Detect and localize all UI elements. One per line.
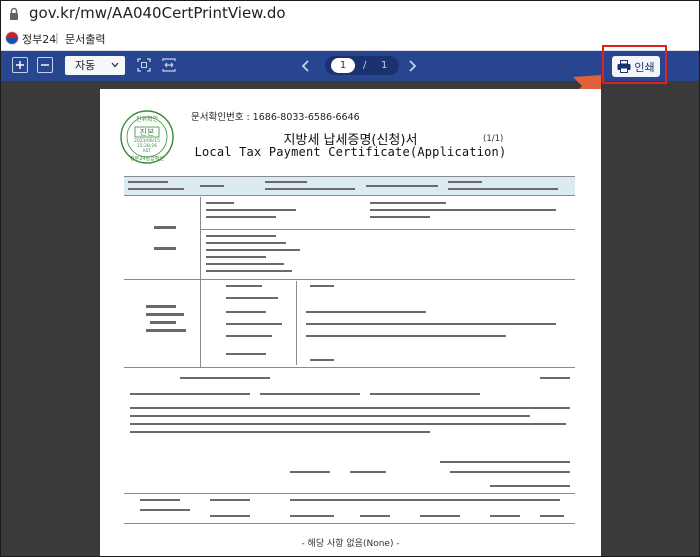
lock-icon [10,7,18,20]
none-notice: - 해당 사항 없음(None) - [301,539,400,549]
next-page-icon[interactable] [407,59,417,73]
chevron-down-icon [111,62,119,68]
fit-page-button[interactable] [136,57,152,73]
zoom-out-button[interactable] [37,57,53,73]
page-title-bar: 정부24 | 문서출력 [1,27,699,51]
document-title-en: Local Tax Payment Certificate(Applicatio… [194,145,507,159]
site-name: 정부24 [22,33,57,46]
fit-width-icon [162,58,176,72]
fit-page-icon [137,58,151,72]
page-indicator: 1 / 1 [325,56,399,75]
stamp-top-text: 진위확인 [136,115,158,123]
fit-width-button[interactable] [161,57,177,73]
title-separator: | [55,31,59,44]
confirm-number: 문서확인번호 : 1686-8033-6586-6646 [191,112,360,123]
page-separator: / [363,60,367,71]
page-name: 문서출력 [65,33,106,46]
minus-icon [41,64,49,66]
zoom-select[interactable]: 자동 [65,56,125,75]
browser-window: gov.kr/mw/AA040CertPrintView.do 정부24 | 문… [0,0,700,557]
prev-page-icon[interactable] [301,59,311,73]
gov-logo-icon [5,31,19,45]
total-pages: 1 [381,60,388,71]
current-page-input[interactable]: 1 [331,58,355,73]
zoom-in-button[interactable] [12,57,28,73]
address-bar[interactable]: gov.kr/mw/AA040CertPrintView.do [1,1,699,27]
url-text[interactable]: gov.kr/mw/AA040CertPrintView.do [29,4,286,22]
plus-icon [16,61,24,69]
document-page-count: (1/1) [483,134,504,144]
document-page: 진위확인 진본 2023/06/15 15:28:26 KST 정부24발급확인… [100,89,601,556]
zoom-value: 자동 [75,59,96,72]
print-highlight-box [602,45,667,84]
